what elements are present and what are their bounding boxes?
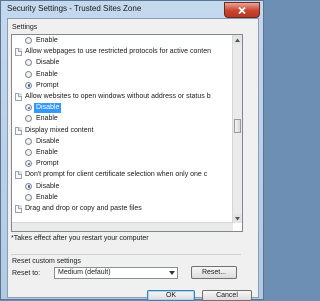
restart-note: *Takes effect after you restart your com… [11,235,149,242]
setting-option[interactable]: Disable [12,58,232,68]
setting-item[interactable]: Allow websites to open windows without a… [12,92,232,102]
setting-option[interactable]: Prompt [12,81,232,91]
setting-item[interactable]: Don't prompt for client certificate sele… [12,170,232,180]
reset-group-label: Reset custom settings [12,258,81,265]
ok-button-label: OK [165,292,177,299]
scrollbar-thumb[interactable] [234,119,241,133]
scroll-up-button[interactable] [233,35,242,44]
radio-selected-icon[interactable] [25,160,32,168]
ok-button[interactable]: OK [147,290,195,301]
option-label: Disable [36,59,60,67]
radio-icon[interactable] [25,70,32,78]
setting-label: Allow websites to open windows without a… [25,93,211,100]
setting-option[interactable]: Disable [12,137,232,147]
settings-tree[interactable]: Enable Allow webpages to use restricted p… [11,34,243,232]
setting-option[interactable]: Enable [12,36,232,46]
horizontal-scrollbar[interactable] [12,222,233,231]
settings-label: Settings [12,24,38,31]
setting-option[interactable]: Disable [12,182,232,192]
setting-option[interactable]: Disable [12,103,232,114]
option-label: Enable [36,70,58,78]
setting-label: Allow webpages to use restricted protoco… [25,48,211,56]
close-icon [238,6,246,14]
title-bar[interactable]: Security Settings - Trusted Sites Zone [1,1,263,18]
radio-icon[interactable] [25,115,32,123]
vertical-scrollbar[interactable] [232,35,242,223]
reset-button[interactable]: Reset... [191,266,237,279]
reset-to-label: Reset to: [12,270,41,277]
close-button[interactable] [224,2,260,18]
option-label: Enable [36,149,58,156]
reset-level-select[interactable]: Medium (default) [54,267,178,279]
option-label: Enable [36,115,58,123]
window-title: Security Settings - Trusted Sites Zone [7,4,142,13]
setting-page-icon [15,48,22,57]
setting-label: Don't prompt for client certificate sele… [25,171,208,179]
option-label: Disable [34,103,62,114]
reset-level-value: Medium (default) [58,269,111,276]
setting-page-icon [15,205,22,213]
setting-item[interactable]: Display mixed content [12,126,232,136]
setting-option[interactable]: Enable [12,70,232,80]
option-label: Prompt [36,81,59,89]
radio-icon[interactable] [25,59,32,67]
cancel-button[interactable]: Cancel [202,290,252,301]
radio-icon[interactable] [25,37,32,44]
radio-icon[interactable] [25,193,32,201]
setting-option[interactable]: Prompt [12,159,232,169]
option-label: Prompt [36,160,59,168]
option-label: Enable [36,193,58,201]
radio-icon[interactable] [25,149,32,156]
setting-label: Display mixed content [25,126,94,134]
group-divider [11,254,241,255]
radio-selected-icon[interactable] [25,182,32,190]
radio-selected-icon[interactable] [25,81,32,89]
chevron-down-icon [235,216,240,220]
setting-label: Drag and drop or copy and paste files [25,205,142,212]
cancel-button-label: Cancel [216,292,238,299]
setting-item[interactable]: Allow webpages to use restricted protoco… [12,47,232,57]
radio-icon[interactable] [25,137,32,145]
option-label: Enable [36,37,58,44]
option-label: Disable [36,182,60,190]
chevron-down-icon [169,271,175,275]
setting-option[interactable]: Enable [12,114,232,124]
reset-button-label: Reset... [201,269,227,276]
setting-page-icon [15,126,22,135]
radio-selected-icon[interactable] [25,104,32,112]
option-label: Disable [36,137,60,145]
setting-option[interactable]: Enable [12,148,232,158]
scroll-down-button[interactable] [233,214,242,223]
setting-page-icon [15,171,22,180]
setting-item[interactable]: Drag and drop or copy and paste files [12,204,232,214]
chevron-up-icon [235,38,240,42]
setting-page-icon [15,93,22,101]
setting-option[interactable]: Enable [12,193,232,203]
security-settings-dialog: Security Settings - Trusted Sites Zone S… [0,0,264,301]
